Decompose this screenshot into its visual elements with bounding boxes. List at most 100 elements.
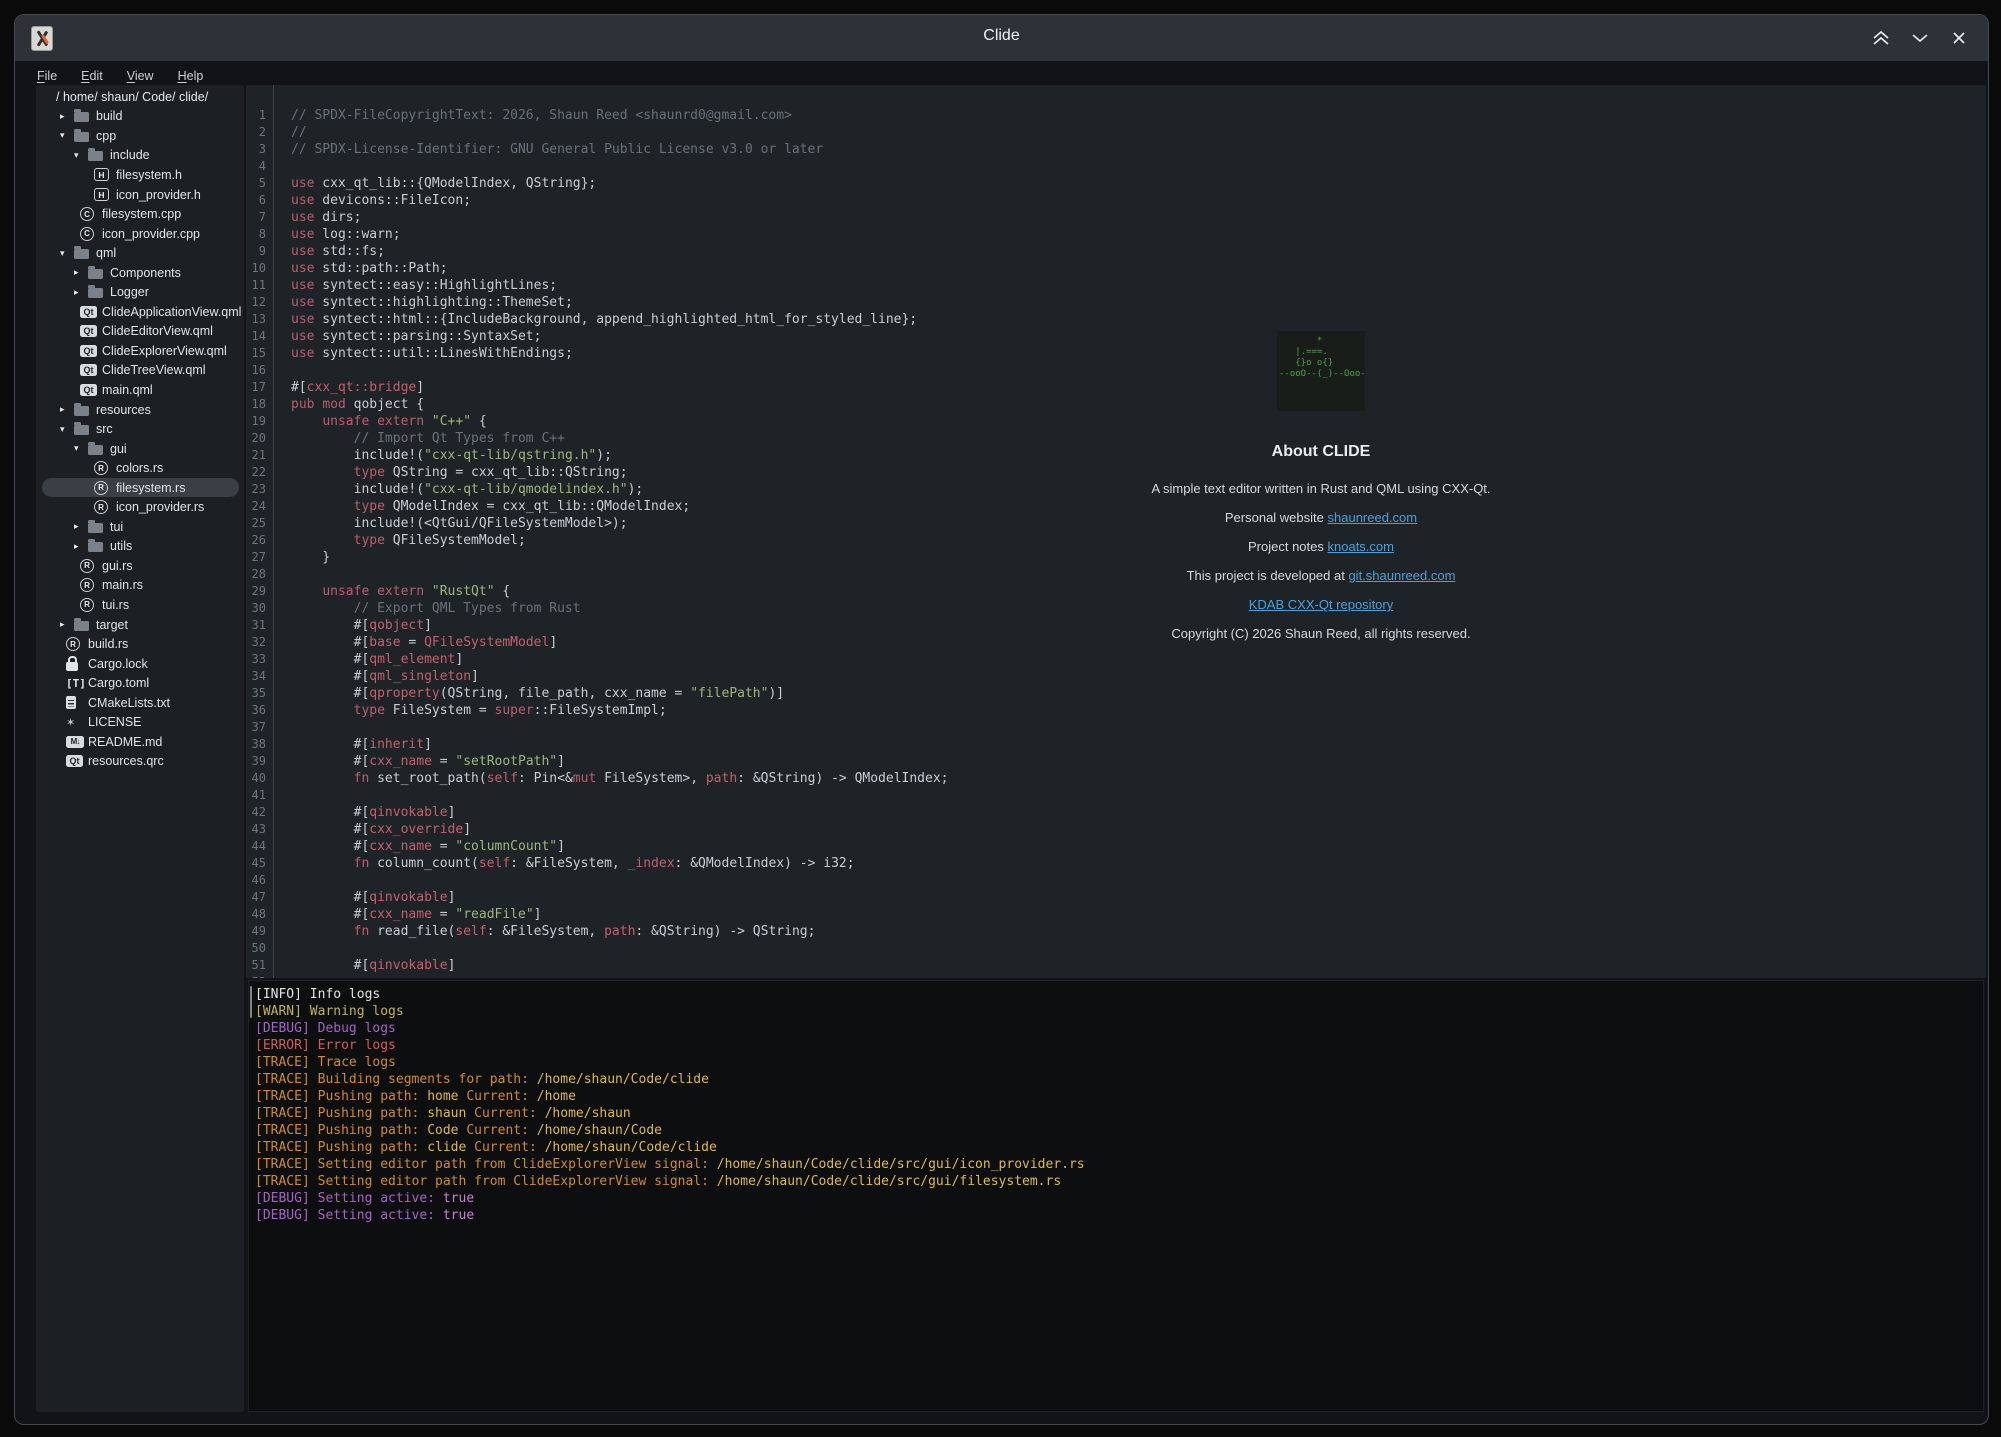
log-scrollbar[interactable]	[250, 986, 252, 1018]
code-line[interactable]: 2//	[246, 124, 1986, 141]
tree-item-logger[interactable]: ▸Logger	[36, 282, 244, 302]
chevron-right-icon[interactable]: ▸	[60, 404, 74, 415]
code-line[interactable]: 51 #[qinvokable]	[246, 957, 1986, 974]
code-line[interactable]: 44 #[cxx_name = "columnCount"]	[246, 838, 1986, 855]
tree-item-clidetreeview-qml[interactable]: QtClideTreeView.qml	[36, 361, 244, 381]
log-line: [TRACE] Building segments for path: /hom…	[255, 1071, 1983, 1088]
log-panel[interactable]: [INFO] Info logs[WARN] Warning logs[DEBU…	[248, 980, 1984, 1412]
tree-item-filesystem-rs[interactable]: Rfilesystem.rs	[36, 478, 244, 498]
code-line[interactable]: 34 #[qml_singleton]	[246, 668, 1986, 685]
maximize-button[interactable]	[1868, 23, 1894, 53]
tree-item-cargo-lock[interactable]: Cargo.lock	[36, 654, 244, 674]
code-line[interactable]: 1// SPDX-FileCopyrightText: 2026, Shaun …	[246, 107, 1986, 124]
tree-item-main-qml[interactable]: Qtmain.qml	[36, 380, 244, 400]
tree-item-clideeditorview-qml[interactable]: QtClideEditorView.qml	[36, 322, 244, 342]
code-line[interactable]: 40 fn set_root_path(self: Pin<&mut FileS…	[246, 770, 1986, 787]
tree-item-cmakelists-txt[interactable]: CMakeLists.txt	[36, 693, 244, 713]
tree-item-icon-provider-rs[interactable]: Ricon_provider.rs	[36, 497, 244, 517]
code-line[interactable]: 46	[246, 872, 1986, 889]
tree-item-utils[interactable]: ▸utils	[36, 537, 244, 557]
chevron-right-icon[interactable]: ▸	[74, 521, 88, 532]
qt-file-icon: Qt	[80, 306, 97, 318]
code-line[interactable]: 52	[246, 974, 1986, 978]
code-line[interactable]: 38 #[inherit]	[246, 736, 1986, 753]
code-line[interactable]: 7use dirs;	[246, 209, 1986, 226]
link-git-shaunreed[interactable]: git.shaunreed.com	[1348, 568, 1455, 583]
chevron-right-icon[interactable]: ▸	[74, 267, 88, 278]
tree-item-clideexplorerview-qml[interactable]: QtClideExplorerView.qml	[36, 341, 244, 361]
tree-item-license[interactable]: ✶LICENSE	[36, 713, 244, 733]
tree-item-cargo-toml[interactable]: [T]Cargo.toml	[36, 673, 244, 693]
code-line[interactable]: 5use cxx_qt_lib::{QModelIndex, QString};	[246, 175, 1986, 192]
link-knoats[interactable]: knoats.com	[1328, 539, 1394, 554]
toml-file-icon: [T]	[66, 677, 86, 690]
code-line[interactable]: 13use syntect::html::{IncludeBackground,…	[246, 311, 1986, 328]
tree-item-tui[interactable]: ▸tui	[36, 517, 244, 537]
tree-item-tui-rs[interactable]: Rtui.rs	[36, 595, 244, 615]
code-line[interactable]: 37	[246, 719, 1986, 736]
code-line[interactable]: 45 fn column_count(self: &FileSystem, _i…	[246, 855, 1986, 872]
tree-item-main-rs[interactable]: Rmain.rs	[36, 576, 244, 596]
minimize-button[interactable]	[1907, 23, 1933, 53]
code-line[interactable]: 10use std::path::Path;	[246, 260, 1986, 277]
tree-item-icon-provider-cpp[interactable]: Cicon_provider.cpp	[36, 224, 244, 244]
tree-item-include[interactable]: ▾include	[36, 146, 244, 166]
code-line[interactable]: 11use syntect::easy::HighlightLines;	[246, 277, 1986, 294]
code-line[interactable]: 8use log::warn;	[246, 226, 1986, 243]
folder-icon	[74, 406, 89, 416]
code-line[interactable]: 36 type FileSystem = super::FileSystemIm…	[246, 702, 1986, 719]
tree-item-cpp[interactable]: ▾cpp	[36, 126, 244, 146]
tree-item-qml[interactable]: ▾qml	[36, 243, 244, 263]
code-line[interactable]: 48 #[cxx_name = "readFile"]	[246, 906, 1986, 923]
menu-help[interactable]: Help	[170, 66, 212, 86]
chevron-down-icon[interactable]: ▾	[60, 248, 74, 259]
folder-icon	[88, 151, 103, 161]
tree-item-resources[interactable]: ▸resources	[36, 400, 244, 420]
chevron-down-icon[interactable]: ▾	[74, 443, 88, 454]
close-button[interactable]	[1946, 23, 1972, 53]
menu-edit[interactable]: Edit	[73, 66, 111, 86]
tree-item-build-rs[interactable]: Rbuild.rs	[36, 634, 244, 654]
tree-item-icon-provider-h[interactable]: Hicon_provider.h	[36, 185, 244, 205]
code-line[interactable]: 3// SPDX-License-Identifier: GNU General…	[246, 141, 1986, 158]
code-line[interactable]: 6use devicons::FileIcon;	[246, 192, 1986, 209]
chevron-right-icon[interactable]: ▸	[74, 287, 88, 298]
tree-item-filesystem-h[interactable]: Hfilesystem.h	[36, 165, 244, 185]
menu-view[interactable]: View	[119, 66, 162, 86]
code-line[interactable]: 42 #[qinvokable]	[246, 804, 1986, 821]
link-shaunreed[interactable]: shaunreed.com	[1328, 510, 1418, 525]
code-line[interactable]: 41	[246, 787, 1986, 804]
chevron-down-icon[interactable]: ▾	[60, 130, 74, 141]
tree-item-clideapplicationview-qml[interactable]: QtClideApplicationView.qml	[36, 302, 244, 322]
chevron-right-icon[interactable]: ▸	[74, 541, 88, 552]
tree-item-target[interactable]: ▸target	[36, 615, 244, 635]
line-number: 37	[246, 719, 266, 736]
editor-pane[interactable]: 1// SPDX-FileCopyrightText: 2026, Shaun …	[246, 85, 1986, 978]
tree-item-build[interactable]: ▸build	[36, 107, 244, 127]
link-kdab-cxx-qt[interactable]: KDAB CXX-Qt repository	[1249, 597, 1394, 612]
tree-item-resources-qrc[interactable]: Qtresources.qrc	[36, 752, 244, 772]
tree-item-components[interactable]: ▸Components	[36, 263, 244, 283]
code-line[interactable]: 9use std::fs;	[246, 243, 1986, 260]
file-tree[interactable]: / home/ shaun/ Code/ clide/▸build▾cpp▾in…	[36, 85, 244, 1412]
chevron-down-icon[interactable]: ▾	[60, 424, 74, 435]
tree-item-filesystem-cpp[interactable]: Cfilesystem.cpp	[36, 204, 244, 224]
chevron-right-icon[interactable]: ▸	[60, 619, 74, 630]
chevron-down-icon[interactable]: ▾	[74, 150, 88, 161]
menu-file[interactable]: File	[29, 66, 65, 86]
tree-item-colors-rs[interactable]: Rcolors.rs	[36, 458, 244, 478]
tree-item-readme-md[interactable]: M↓README.md	[36, 732, 244, 752]
code-line[interactable]: 47 #[qinvokable]	[246, 889, 1986, 906]
tree-item-src[interactable]: ▾src	[36, 419, 244, 439]
chevron-right-icon[interactable]: ▸	[60, 111, 74, 122]
code-line[interactable]: 49 fn read_file(self: &FileSystem, path:…	[246, 923, 1986, 940]
code-line[interactable]: 50	[246, 940, 1986, 957]
code-line[interactable]: 4	[246, 158, 1986, 175]
code-line[interactable]: 43 #[cxx_override]	[246, 821, 1986, 838]
code-line[interactable]: 35 #[qproperty(QString, file_path, cxx_n…	[246, 685, 1986, 702]
code-line[interactable]: 39 #[cxx_name = "setRootPath"]	[246, 753, 1986, 770]
code-text: use syntect::parsing::SyntaxSet;	[291, 328, 541, 345]
code-line[interactable]: 12use syntect::highlighting::ThemeSet;	[246, 294, 1986, 311]
tree-item-gui[interactable]: ▾gui	[36, 439, 244, 459]
tree-item-gui-rs[interactable]: Rgui.rs	[36, 556, 244, 576]
